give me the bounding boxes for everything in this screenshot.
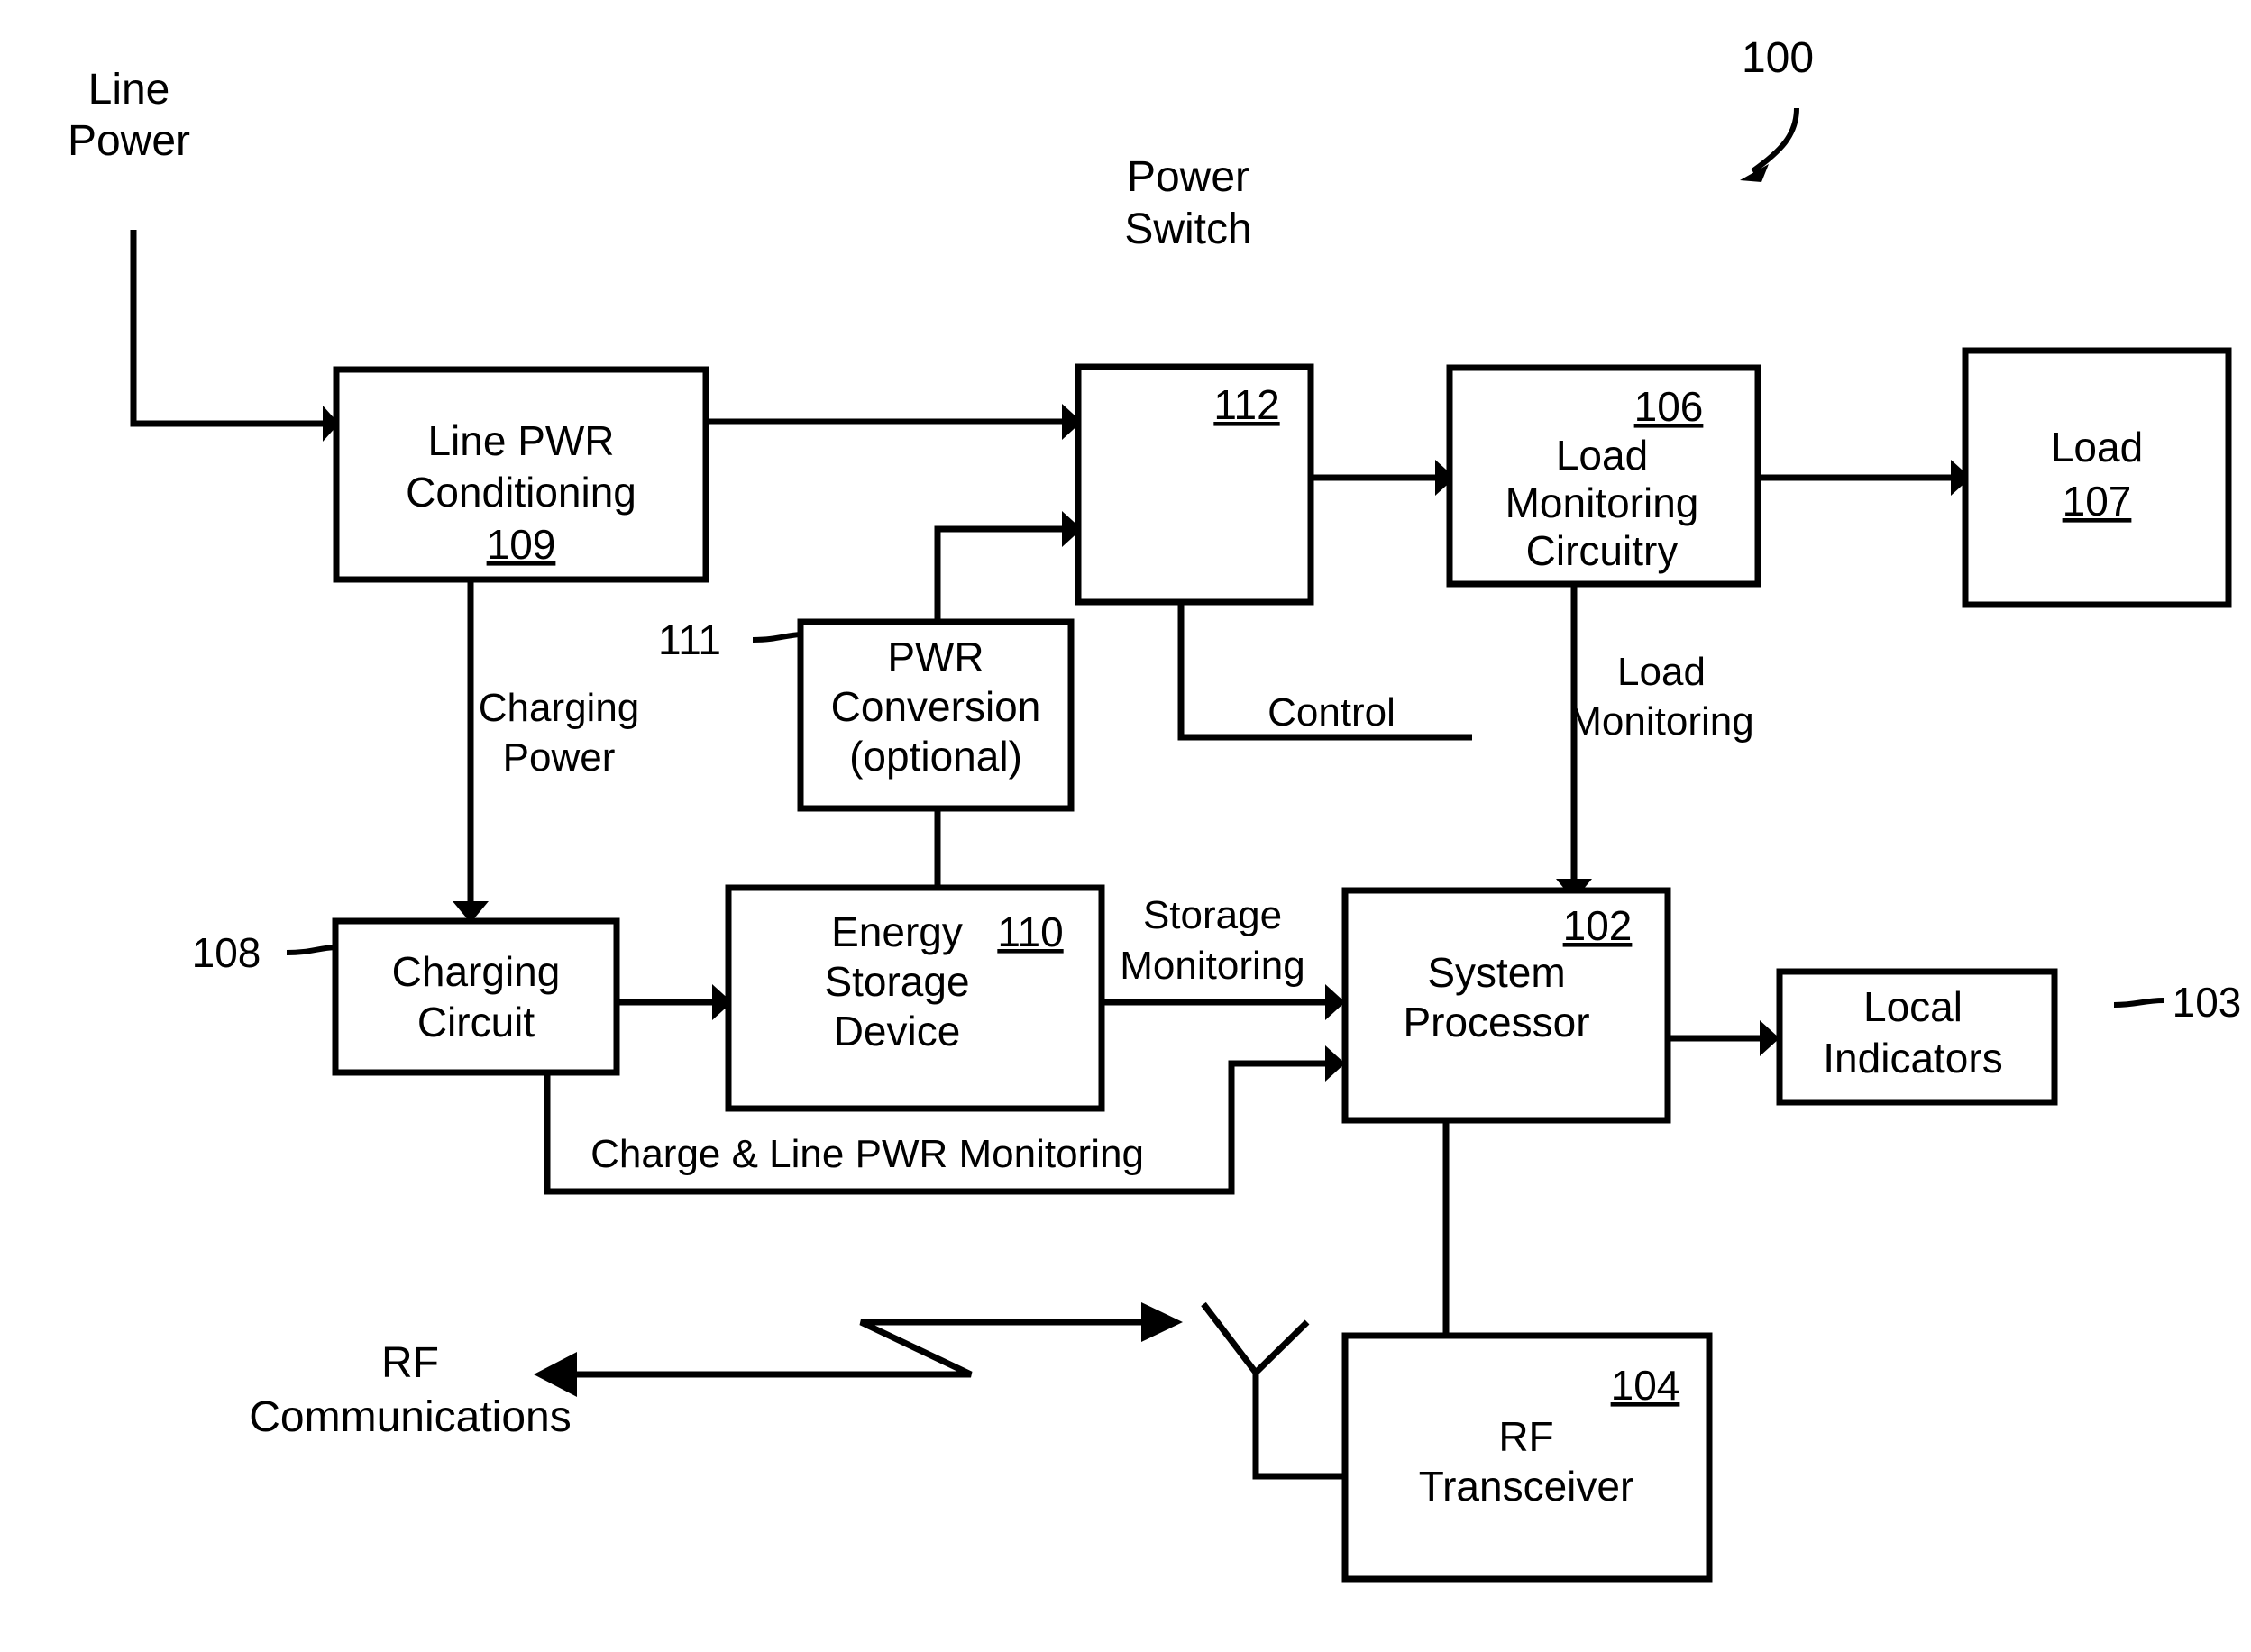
block-ref-107: 107: [2063, 478, 2132, 525]
rf-receive-arrow: [534, 1352, 852, 1397]
block-label-pwrconv-3: (optional): [849, 733, 1022, 780]
block-label-charging-2: Circuit: [417, 999, 535, 1045]
block-label-storage-2: Storage: [824, 958, 969, 1005]
block-label-pwrconv-2: Conversion: [831, 683, 1041, 730]
block-label-line-pwr-2: Conditioning: [406, 469, 636, 516]
line-power-label-l2: Power: [68, 117, 190, 165]
system-ref-leader: [1740, 107, 1799, 182]
patent-figure-canvas: 100 Line Power Line PWR Conditioning 109…: [0, 0, 2251, 1652]
block-label-storage-1: Energy: [831, 908, 963, 955]
ref-leader-111: [752, 632, 801, 643]
block-ref-108: 108: [192, 929, 261, 976]
block-label-proc-2: Processor: [1403, 999, 1589, 1045]
block-label-line-pwr-1: Line PWR: [427, 417, 614, 464]
wire-proc-to-indicators: [1668, 1020, 1780, 1056]
wire-loadmon-to-load: [1758, 460, 1971, 496]
wire-switch-to-loadmon: [1314, 460, 1455, 496]
rf-communications-label-2: Communications: [249, 1393, 571, 1441]
block-label-rf-2: Transceiver: [1419, 1463, 1634, 1510]
block-diagram: 100 Line Power Line PWR Conditioning 109…: [68, 34, 2242, 1583]
block-label-indicators-1: Local: [1863, 983, 1963, 1030]
system-ref-100: 100: [1742, 34, 1814, 82]
ref-leader-108: [286, 945, 336, 955]
block-label-loadmon-3: Circuitry: [1526, 527, 1679, 574]
signal-label-load-monitoring-1: Load: [1617, 650, 1706, 694]
block-ref-112: 112: [1213, 381, 1279, 428]
block-label-charging-1: Charging: [392, 948, 561, 995]
block-label-load: Load: [2051, 424, 2143, 470]
block-ref-109: 109: [487, 521, 556, 568]
wire-proc-rf-bidirectional: [1428, 1099, 1464, 1355]
wire-storage-monitoring: [1102, 984, 1345, 1020]
block-label-indicators-2: Indicators: [1823, 1035, 2002, 1082]
block-label-rf-1: RF: [1498, 1413, 1553, 1460]
block-ref-111: 111: [658, 616, 721, 663]
antenna-icon: [1201, 1301, 1345, 1480]
block-ref-103: 103: [2173, 979, 2242, 1026]
rf-transmit-arrow: [852, 1302, 1183, 1378]
power-switch-title-1: Power: [1127, 153, 1249, 201]
signal-label-load-monitoring-2: Monitoring: [1569, 699, 1753, 744]
block-label-storage-3: Device: [834, 1008, 961, 1054]
rf-communications-label-1: RF: [381, 1339, 439, 1387]
line-power-label-l1: Line: [88, 66, 170, 114]
block-ref-104: 104: [1611, 1362, 1680, 1409]
wire-linepwr-to-switch: [706, 404, 1082, 440]
block-ref-106: 106: [1634, 383, 1704, 430]
block-label-loadmon-2: Monitoring: [1505, 479, 1699, 526]
block-ref-110: 110: [997, 908, 1063, 955]
power-switch-title-2: Switch: [1124, 205, 1251, 253]
block-charging-circuit[interactable]: [332, 917, 620, 1076]
wire-charging-power: [453, 580, 489, 923]
block-label-loadmon-1: Load: [1556, 432, 1648, 479]
signal-label-charging-power-1: Charging: [479, 686, 640, 730]
wire-line-power-in: [130, 230, 339, 442]
signal-label-storage-monitoring-2: Monitoring: [1120, 944, 1304, 988]
signal-label-control: Control: [1267, 690, 1395, 735]
wire-pwrconv-to-switch: [934, 511, 1082, 624]
block-label-pwrconv-1: PWR: [887, 634, 984, 680]
signal-label-storage-monitoring-1: Storage: [1143, 893, 1282, 937]
signal-label-charge-line-pwr-monitoring: Charge & Line PWR Monitoring: [590, 1132, 1144, 1176]
signal-label-charging-power-2: Power: [503, 735, 616, 780]
block-label-proc-1: System: [1427, 949, 1565, 996]
block-ref-102: 102: [1563, 902, 1633, 949]
ref-leader-103: [2113, 998, 2164, 1008]
